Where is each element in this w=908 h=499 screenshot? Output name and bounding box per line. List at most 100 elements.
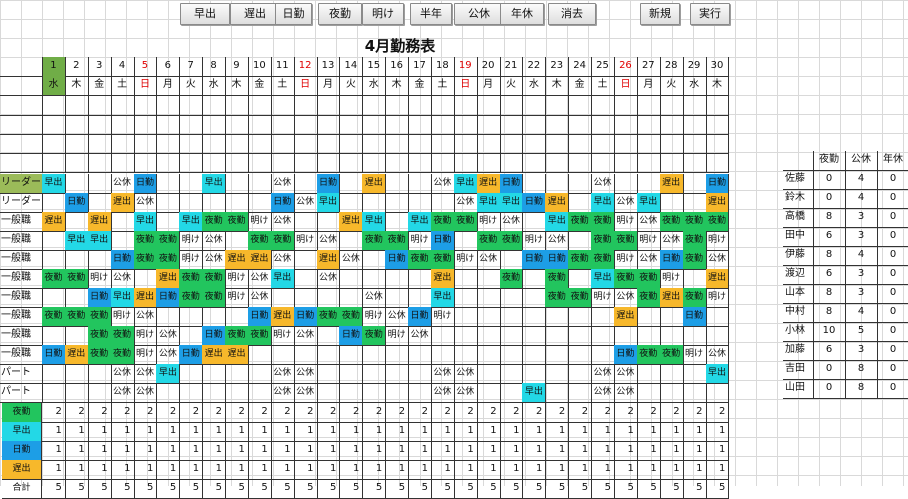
blank-cell[interactable] [705, 115, 730, 135]
shift-cell[interactable] [247, 174, 272, 194]
shift-cell[interactable]: 明け [179, 231, 204, 251]
shift-cell[interactable]: 日勤 [682, 307, 707, 327]
shift-cell[interactable] [362, 250, 387, 270]
summary-value[interactable]: 1 [385, 422, 410, 442]
shift-cell[interactable] [339, 288, 364, 308]
summary-value[interactable]: 2 [636, 403, 661, 423]
staff-name[interactable]: 田中 [783, 227, 814, 247]
staff-name[interactable]: 加藤 [783, 341, 814, 361]
staff-count[interactable]: 0 [877, 303, 908, 323]
shift-cell[interactable] [614, 174, 638, 194]
shift-cell[interactable]: 夜勤 [591, 231, 615, 251]
shift-cell[interactable]: 夜勤 [591, 212, 615, 232]
blank-cell[interactable] [156, 96, 181, 116]
shift-cell[interactable] [682, 383, 707, 403]
shift-cell[interactable] [614, 326, 638, 346]
blank-cell[interactable] [385, 96, 410, 116]
summary-value[interactable]: 1 [110, 441, 135, 461]
shift-cell[interactable] [568, 345, 593, 365]
shift-cell[interactable] [87, 364, 112, 384]
shift-cell[interactable]: 早出 [499, 193, 524, 213]
blank-cell[interactable] [202, 153, 227, 173]
staff-count[interactable]: 8 [845, 360, 878, 380]
summary-value[interactable]: 1 [499, 460, 524, 480]
summary-value[interactable]: 1 [476, 460, 501, 480]
shift-cell[interactable]: 公休 [476, 250, 501, 270]
shift-cell[interactable]: 遅出 [476, 174, 501, 194]
shift-cell[interactable]: 夜勤 [110, 345, 135, 365]
summary-value[interactable]: 5 [247, 479, 272, 499]
shift-cell[interactable]: 公休 [499, 212, 524, 232]
summary-value[interactable]: 2 [362, 403, 387, 423]
summary-value[interactable]: 5 [202, 479, 227, 499]
summary-value[interactable]: 5 [133, 479, 158, 499]
shift-cell[interactable]: 早出 [476, 193, 501, 213]
shift-cell[interactable] [408, 288, 432, 308]
shift-cell[interactable] [42, 364, 66, 384]
shift-cell[interactable]: 明け [430, 307, 455, 327]
summary-value[interactable]: 5 [568, 479, 593, 499]
shift-cell[interactable] [110, 231, 135, 251]
summary-value[interactable]: 1 [522, 422, 547, 442]
blank-cell[interactable] [179, 134, 204, 154]
shift-cell[interactable] [476, 345, 501, 365]
summary-value[interactable]: 1 [705, 460, 730, 480]
shift-cell[interactable]: 明け [133, 345, 158, 365]
staff-count[interactable]: 0 [813, 379, 846, 399]
shift-cell[interactable] [659, 193, 684, 213]
blank-cell[interactable] [293, 96, 318, 116]
shift-cell[interactable]: 早出 [270, 269, 295, 289]
ake-button[interactable]: 明け [362, 3, 404, 25]
shift-cell[interactable] [270, 345, 295, 365]
shift-cell[interactable]: 夜勤 [247, 231, 272, 251]
blank-cell[interactable] [110, 134, 135, 154]
shift-cell[interactable]: 夜勤 [362, 326, 387, 346]
blank-cell[interactable] [270, 96, 295, 116]
summary-value[interactable]: 2 [453, 403, 478, 423]
summary-value[interactable]: 1 [42, 422, 66, 442]
shift-cell[interactable]: 明け [682, 345, 707, 365]
summary-value[interactable]: 2 [247, 403, 272, 423]
shift-cell[interactable]: 明け [636, 231, 661, 251]
blank-cell[interactable] [202, 134, 227, 154]
blank-cell[interactable] [430, 153, 455, 173]
shift-cell[interactable] [339, 174, 364, 194]
summary-value[interactable]: 1 [42, 460, 66, 480]
blank-cell[interactable] [614, 96, 638, 116]
shift-cell[interactable]: 夜勤 [87, 326, 112, 346]
summary-value[interactable]: 1 [362, 441, 387, 461]
shift-cell[interactable]: 夜勤 [87, 345, 112, 365]
shift-cell[interactable] [453, 288, 478, 308]
shift-cell[interactable]: 公休 [202, 250, 227, 270]
shift-cell[interactable]: 明け [591, 288, 615, 308]
shift-cell[interactable]: 公休 [705, 250, 730, 270]
shift-cell[interactable] [476, 307, 501, 327]
shift-cell[interactable]: 日勤 [156, 288, 181, 308]
summary-value[interactable]: 1 [499, 422, 524, 442]
summary-value[interactable]: 1 [659, 460, 684, 480]
shift-cell[interactable]: 公休 [545, 231, 570, 251]
blank-cell[interactable] [270, 134, 295, 154]
shift-cell[interactable] [545, 326, 570, 346]
shift-cell[interactable]: 早出 [362, 212, 387, 232]
shift-cell[interactable] [545, 345, 570, 365]
shift-cell[interactable] [156, 193, 181, 213]
shift-cell[interactable] [705, 383, 730, 403]
summary-value[interactable]: 1 [293, 422, 318, 442]
shift-cell[interactable]: 夜勤 [614, 231, 638, 251]
summary-value[interactable]: 5 [636, 479, 661, 499]
blank-cell[interactable] [682, 153, 707, 173]
shift-cell[interactable]: 夜勤 [247, 326, 272, 346]
shift-cell[interactable] [156, 383, 181, 403]
shift-cell[interactable]: 公休 [408, 326, 432, 346]
staff-role-label[interactable]: リーダー [0, 193, 43, 213]
summary-value[interactable]: 1 [316, 422, 341, 442]
summary-value[interactable]: 2 [591, 403, 615, 423]
blank-cell[interactable] [42, 153, 66, 173]
blank-cell[interactable] [316, 115, 341, 135]
summary-value[interactable]: 2 [225, 403, 249, 423]
shift-cell[interactable] [568, 307, 593, 327]
summary-value[interactable]: 5 [453, 479, 478, 499]
shift-cell[interactable] [659, 326, 684, 346]
blank-cell[interactable] [202, 115, 227, 135]
